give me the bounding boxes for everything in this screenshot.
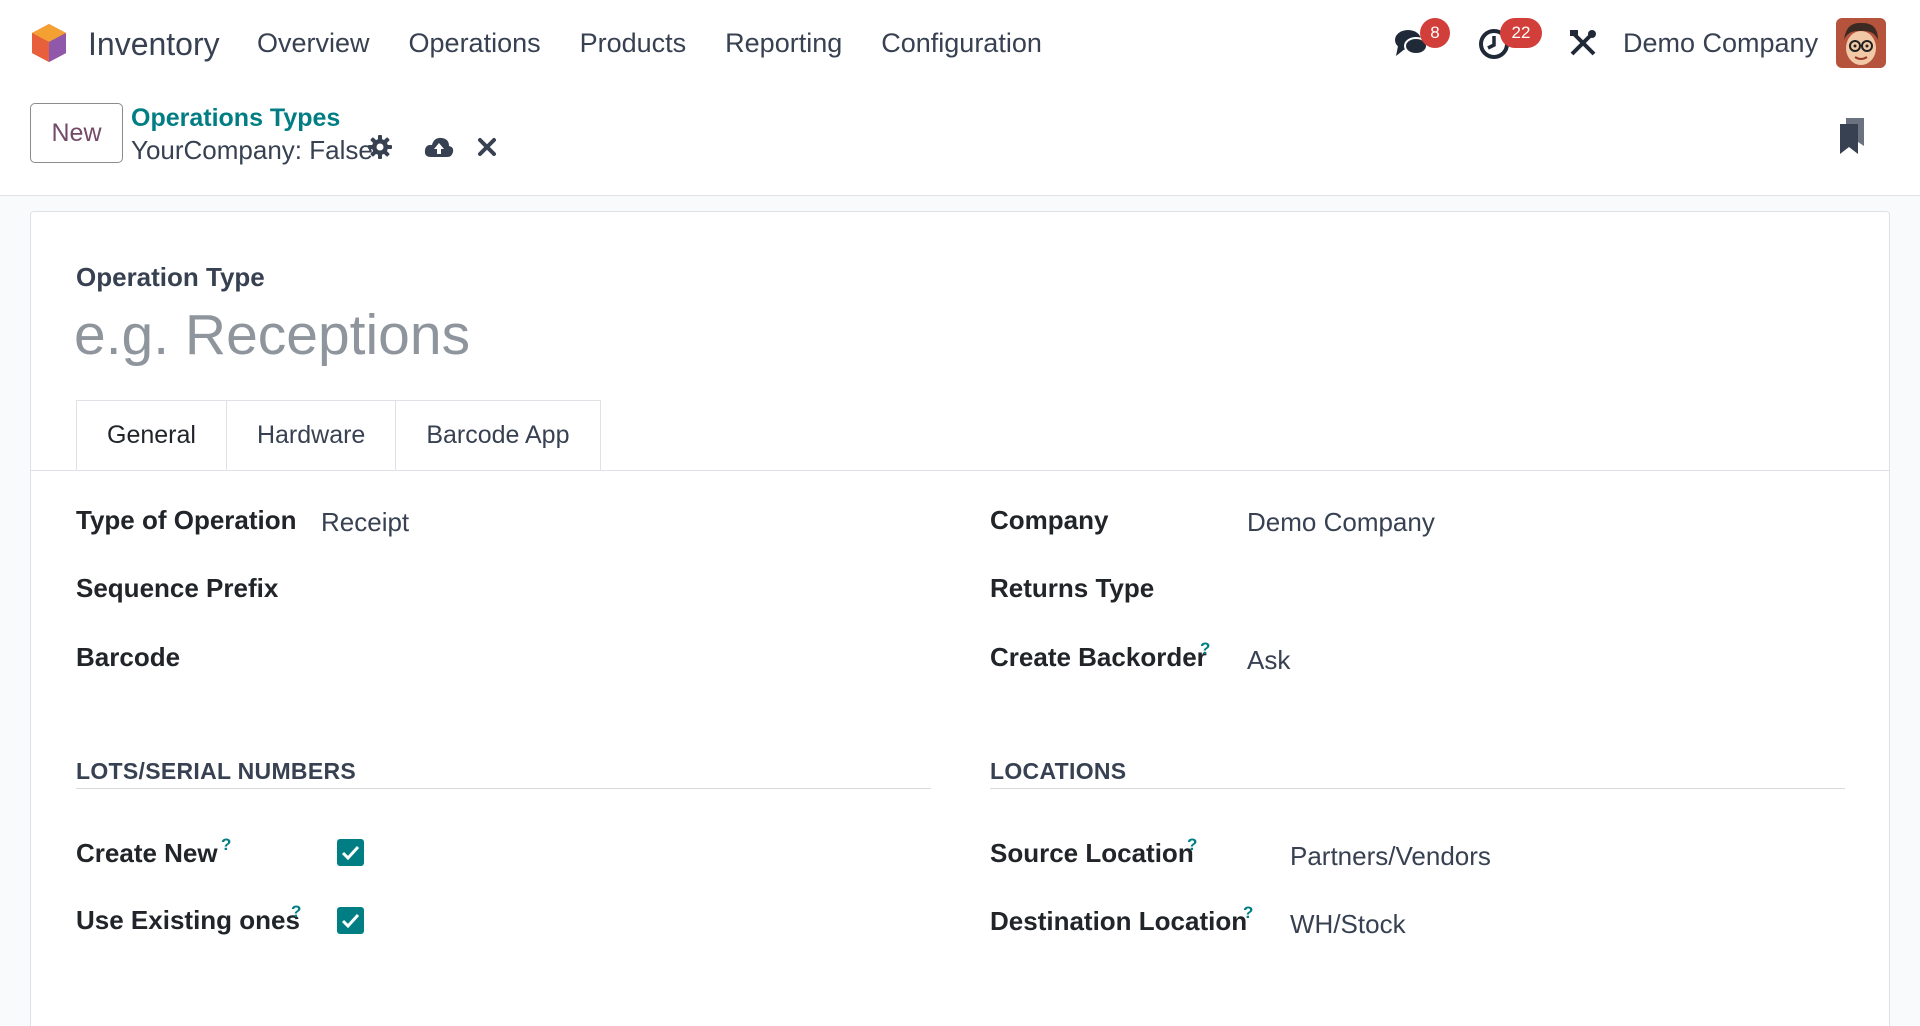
operation-type-name-input[interactable] bbox=[74, 300, 1074, 370]
destination-location-help[interactable]: ? bbox=[1243, 903, 1253, 923]
tabs-divider bbox=[31, 470, 1889, 471]
notebook-tabs: General Hardware Barcode App bbox=[76, 400, 601, 471]
company-label: Company bbox=[990, 505, 1109, 535]
use-existing-help[interactable]: ? bbox=[291, 902, 301, 922]
discard-close-icon[interactable] bbox=[477, 137, 497, 162]
lots-section-title: LOTS/SERIAL NUMBERS bbox=[76, 758, 357, 784]
create-new-help[interactable]: ? bbox=[221, 835, 231, 855]
create-new-checkbox[interactable] bbox=[337, 839, 364, 866]
menu-reporting[interactable]: Reporting bbox=[725, 28, 842, 59]
messages-badge: 8 bbox=[1420, 18, 1450, 48]
use-existing-label: Use Existing ones bbox=[76, 905, 300, 935]
source-location-label: Source Location bbox=[990, 838, 1194, 868]
operation-type-label: Operation Type bbox=[76, 262, 265, 292]
create-backorder-help[interactable]: ? bbox=[1200, 639, 1210, 659]
source-location-help[interactable]: ? bbox=[1187, 835, 1197, 855]
app-name[interactable]: Inventory bbox=[88, 26, 220, 63]
locations-section-title: LOCATIONS bbox=[990, 758, 1127, 784]
inventory-app-icon[interactable] bbox=[30, 22, 68, 64]
save-cloud-icon[interactable] bbox=[424, 135, 454, 164]
type-of-operation-label: Type of Operation bbox=[76, 505, 297, 535]
use-existing-checkbox[interactable] bbox=[337, 907, 364, 934]
menu-products[interactable]: Products bbox=[580, 28, 687, 59]
top-navbar: Inventory Overview Operations Products R… bbox=[0, 0, 1920, 88]
sequence-prefix-label: Sequence Prefix bbox=[76, 573, 279, 603]
company-switcher[interactable]: Demo Company bbox=[1623, 28, 1818, 59]
record-title: YourCompany: False bbox=[131, 135, 373, 165]
tab-barcode-app[interactable]: Barcode App bbox=[396, 400, 601, 471]
bookmark-icon[interactable] bbox=[1838, 118, 1866, 159]
tab-general[interactable]: General bbox=[76, 400, 227, 471]
main-menu: Overview Operations Products Reporting C… bbox=[257, 28, 1081, 59]
debug-tools-icon[interactable] bbox=[1568, 28, 1598, 63]
new-button[interactable]: New bbox=[30, 103, 123, 163]
create-backorder-field[interactable]: Ask bbox=[1247, 645, 1290, 676]
breadcrumb-operations-types[interactable]: Operations Types bbox=[131, 104, 340, 133]
gear-icon[interactable] bbox=[368, 135, 392, 164]
sequence-prefix-field[interactable] bbox=[321, 573, 921, 605]
locations-section-divider bbox=[990, 788, 1845, 789]
activities-badge: 22 bbox=[1500, 18, 1542, 48]
lots-section-divider bbox=[76, 788, 931, 789]
returns-type-label: Returns Type bbox=[990, 573, 1155, 603]
barcode-field[interactable] bbox=[321, 642, 921, 674]
menu-configuration[interactable]: Configuration bbox=[881, 28, 1042, 59]
source-location-field[interactable]: Partners/Vendors bbox=[1290, 841, 1491, 872]
barcode-label: Barcode bbox=[76, 642, 181, 672]
create-new-label: Create New bbox=[76, 838, 218, 868]
returns-type-field[interactable] bbox=[1247, 573, 1847, 605]
menu-overview[interactable]: Overview bbox=[257, 28, 370, 59]
company-field[interactable]: Demo Company bbox=[1247, 507, 1435, 538]
create-backorder-label: Create Backorder bbox=[990, 642, 1207, 672]
type-of-operation-field[interactable]: Receipt bbox=[321, 507, 409, 538]
destination-location-field[interactable]: WH/Stock bbox=[1290, 909, 1406, 940]
tab-hardware[interactable]: Hardware bbox=[226, 400, 397, 471]
menu-operations[interactable]: Operations bbox=[409, 28, 541, 59]
user-avatar[interactable] bbox=[1836, 18, 1886, 68]
destination-location-label: Destination Location bbox=[990, 906, 1248, 936]
